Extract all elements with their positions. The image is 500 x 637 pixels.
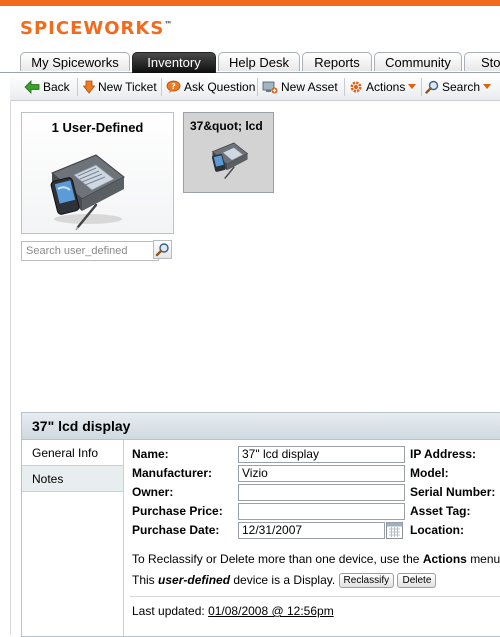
last-updated-link[interactable]: 01/08/2008 @ 12:56pm <box>208 604 334 618</box>
manufacturer-label: Manufacturer: <box>132 466 213 480</box>
tab-my-spiceworks[interactable]: My Spiceworks <box>20 52 130 71</box>
tab-community[interactable]: Community <box>374 52 462 71</box>
device-title: 37" lcd display <box>32 418 131 434</box>
name-label: Name: <box>132 447 169 461</box>
purchase-date-field[interactable] <box>238 522 385 539</box>
model-label: Model: <box>410 466 449 480</box>
tab-inventory[interactable]: Inventory <box>132 52 216 73</box>
toolbar-divider <box>344 78 345 96</box>
toolbar-divider <box>161 78 162 96</box>
ticket-down-arrow-icon <box>82 80 96 94</box>
back-arrow-icon <box>24 80 40 94</box>
pda-device-icon <box>211 142 249 179</box>
back-button[interactable]: Back <box>24 79 70 95</box>
item-card-lcd[interactable]: 37&quot; lcd <box>183 112 274 193</box>
toolbar-divider <box>421 78 422 96</box>
calendar-icon[interactable] <box>386 522 403 539</box>
owner-field[interactable] <box>238 484 405 501</box>
pda-device-icon <box>50 154 125 231</box>
device-type-message: This user-defined device is a Display. R… <box>132 573 437 588</box>
question-bubble-icon: ? <box>166 80 181 93</box>
search-icon <box>425 80 439 94</box>
search-menu[interactable]: Search <box>425 79 492 95</box>
search-icon <box>155 243 169 257</box>
actions-menu[interactable]: Actions <box>349 79 417 95</box>
reclassify-button[interactable]: Reclassify <box>338 573 395 588</box>
location-label: Location: <box>410 523 464 537</box>
svg-text:?: ? <box>171 82 176 91</box>
manufacturer-field[interactable] <box>238 465 405 482</box>
tab-help-desk[interactable]: Help Desk <box>218 52 300 71</box>
toolbar: Back New Ticket ? Ask Question New Asset … <box>10 74 500 101</box>
tab-reports[interactable]: Reports <box>302 52 372 71</box>
gear-icon <box>350 81 362 93</box>
side-tabs-divider <box>123 440 124 636</box>
delete-button[interactable]: Delete <box>397 573 437 588</box>
owner-label: Owner: <box>132 485 174 499</box>
divider <box>130 596 500 597</box>
brand-bar <box>0 0 500 6</box>
group-search-input[interactable] <box>21 241 159 261</box>
main-tabs: My Spiceworks Inventory Help Desk Report… <box>0 52 500 73</box>
computer-plus-icon <box>262 81 278 94</box>
chevron-down-icon <box>483 84 492 89</box>
tab-notes[interactable]: Notes <box>22 466 123 492</box>
purchase-date-label: Purchase Date: <box>132 523 220 537</box>
new-asset-button[interactable]: New Asset <box>262 79 338 95</box>
group-card-user-defined[interactable]: 1 User-Defined <box>21 112 174 234</box>
purchase-price-field[interactable] <box>238 503 405 520</box>
group-search-button[interactable] <box>153 240 172 259</box>
item-title: 37&quot; lcd <box>190 119 263 133</box>
ask-question-button[interactable]: ? Ask Question <box>166 79 255 95</box>
purchase-price-label: Purchase Price: <box>132 504 223 518</box>
asset-tag-label: Asset Tag: <box>410 504 471 518</box>
tab-general-info[interactable]: General Info <box>22 440 123 466</box>
new-ticket-button[interactable]: New Ticket <box>82 79 157 95</box>
serial-number-label: Serial Number: <box>410 485 496 499</box>
tab-store[interactable]: Sto <box>464 52 500 71</box>
chevron-down-icon <box>408 84 417 89</box>
content-divider <box>10 100 11 635</box>
last-updated: Last updated: 01/08/2008 @ 12:56pm <box>132 604 334 618</box>
toolbar-divider <box>77 78 78 96</box>
ip-address-label: IP Address: <box>410 447 477 461</box>
detail-header: 37" lcd display <box>22 413 500 440</box>
spiceworks-logo[interactable]: SPICEWORKS™ <box>20 18 173 39</box>
reclassify-message: To Reclassify or Delete more than one de… <box>132 552 500 566</box>
name-field[interactable] <box>238 446 405 463</box>
toolbar-divider <box>257 78 258 96</box>
group-title: 1 User-Defined <box>51 120 144 135</box>
logo-text: SPICEWORKS <box>20 18 165 39</box>
